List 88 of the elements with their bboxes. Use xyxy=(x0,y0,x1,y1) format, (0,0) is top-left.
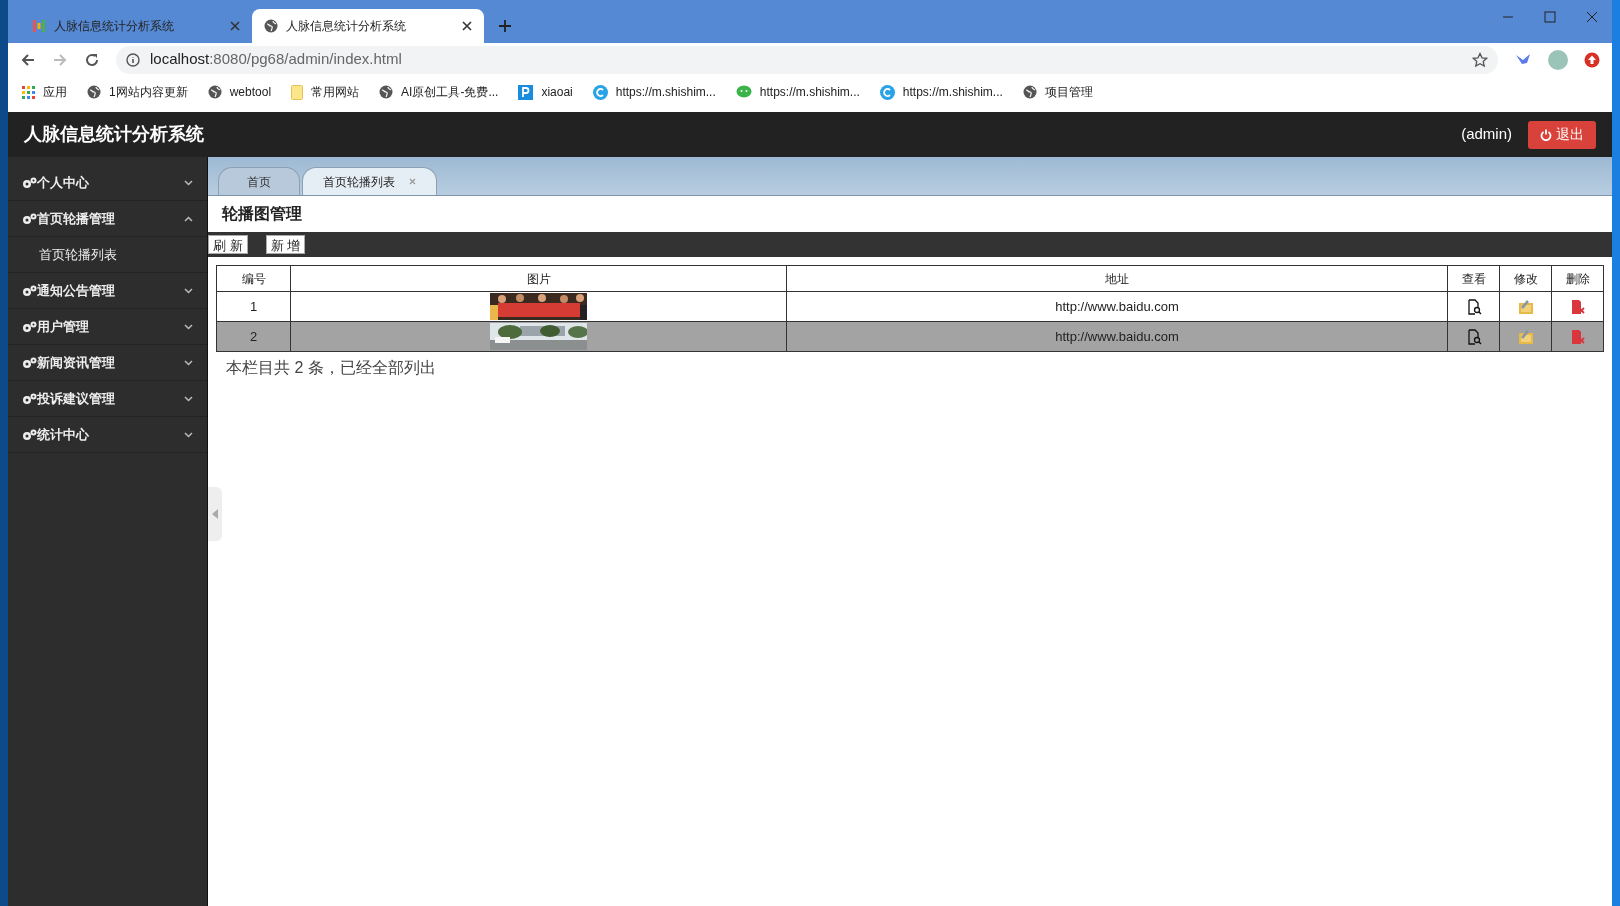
menu-label: 首页轮播管理 xyxy=(37,209,116,228)
bookmark[interactable]: 1网站内容更新 xyxy=(87,83,188,101)
record-count: 本栏目共 2 条，已经全部列出 xyxy=(226,359,436,376)
submenu-item[interactable]: 首页轮播列表 xyxy=(39,244,117,265)
page-tab[interactable]: 首页轮播列表 xyxy=(302,167,437,195)
menu-label: 通知公告管理 xyxy=(37,281,116,300)
close-window-icon[interactable] xyxy=(1586,11,1598,23)
column-header: 删除 xyxy=(1551,265,1604,292)
bookmark[interactable]: 应用 xyxy=(22,83,67,101)
table-row[interactable]: 1 http://www.baidu.com xyxy=(216,291,1604,322)
chevron-down-icon xyxy=(184,359,193,366)
table-cell: http://www.baidu.com xyxy=(786,321,1448,352)
p-square-icon xyxy=(518,84,534,100)
apps-grid-icon xyxy=(22,85,35,99)
column-header: 图片 xyxy=(290,265,787,292)
column-header: 查看 xyxy=(1447,265,1500,292)
bookmark[interactable]: 项目管理 xyxy=(1022,83,1093,101)
info-icon xyxy=(126,52,140,67)
edit-icon[interactable] xyxy=(1517,298,1534,315)
bookmark[interactable]: 常用网站 xyxy=(291,83,360,101)
globe-icon xyxy=(87,85,101,99)
menu-label: 新闻资讯管理 xyxy=(37,353,116,372)
gears-icon xyxy=(22,176,37,189)
gears-icon xyxy=(22,356,37,369)
gears-icon xyxy=(22,428,37,441)
browser-tab[interactable]: 人脉信息统计分析系统 xyxy=(252,9,484,43)
new-tab-icon[interactable] xyxy=(498,19,512,33)
folder-icon xyxy=(291,84,304,100)
power-icon xyxy=(1540,128,1552,141)
chat-bubble-icon xyxy=(735,85,752,99)
c-circle-icon xyxy=(592,84,608,100)
menu-label: 个人中心 xyxy=(37,173,90,192)
caret-icon xyxy=(212,509,218,519)
column-header: 地址 xyxy=(786,265,1448,292)
edit-icon[interactable] xyxy=(1517,328,1534,345)
table-cell: 2 xyxy=(216,321,291,352)
reload-icon[interactable] xyxy=(84,51,100,68)
menu-label: 投诉建议管理 xyxy=(37,389,116,408)
url-text: localhost:8080/pg68/admin/index.html xyxy=(150,49,402,70)
address-bar[interactable]: localhost:8080/pg68/admin/index.html xyxy=(116,45,1498,74)
gears-icon xyxy=(22,284,37,297)
upload-icon[interactable] xyxy=(1584,51,1600,68)
browser-tab[interactable]: 人脉信息统计分析系统 xyxy=(20,9,252,43)
view-document-icon[interactable] xyxy=(1465,298,1482,315)
gears-icon xyxy=(22,320,37,333)
app-title: 人脉信息统计分析系统 xyxy=(24,123,204,146)
toolbar-button[interactable]: 刷 新 xyxy=(208,235,248,254)
globe-icon xyxy=(207,85,222,99)
chevron-down-icon xyxy=(184,431,193,438)
table-row[interactable]: 2 http://www.baidu.com xyxy=(216,321,1604,352)
tab-title: 人脉信息统计分析系统 xyxy=(54,18,175,35)
gears-icon xyxy=(22,212,37,225)
column-header: 编号 xyxy=(216,265,291,292)
globe-icon xyxy=(264,19,278,33)
globe-icon xyxy=(379,85,394,99)
back-icon[interactable] xyxy=(20,51,36,68)
delete-document-icon[interactable] xyxy=(1569,298,1586,315)
chevron-down-icon xyxy=(184,287,193,294)
star-icon[interactable] xyxy=(1472,51,1488,68)
logout-button[interactable]: 退出 xyxy=(1528,120,1596,149)
page-heading: 轮播图管理 xyxy=(222,204,302,224)
chevron-up-icon xyxy=(184,215,193,222)
chevron-down-icon xyxy=(184,323,193,330)
app-logo-icon xyxy=(32,19,46,33)
tab-title: 人脉信息统计分析系统 xyxy=(286,18,407,35)
table-cell: 1 xyxy=(216,291,291,322)
bookmark[interactable]: webtool xyxy=(207,83,272,101)
bookmark[interactable]: https://m.shishim... xyxy=(735,83,860,101)
collapse-handle[interactable] xyxy=(208,487,222,541)
toolbar-button[interactable]: 新 增 xyxy=(265,235,306,254)
gears-icon xyxy=(22,392,37,405)
menu-label: 统计中心 xyxy=(37,425,90,444)
bookmark[interactable]: https://m.shishim... xyxy=(879,83,1003,101)
globe-icon xyxy=(1022,85,1037,99)
maximize-icon[interactable] xyxy=(1544,11,1556,23)
chevron-down-icon xyxy=(184,395,193,402)
bookmark[interactable]: https://m.shishim... xyxy=(592,83,716,101)
column-header: 修改 xyxy=(1499,265,1552,292)
table-cell: http://www.baidu.com xyxy=(786,291,1448,322)
close-icon[interactable] xyxy=(462,21,472,31)
chevron-down-icon xyxy=(184,179,193,186)
view-document-icon[interactable] xyxy=(1465,328,1482,345)
bookmark[interactable]: AI原创工具-免费... xyxy=(379,83,499,101)
bookmark[interactable]: xiaoai xyxy=(518,83,573,101)
menu-label: 用户管理 xyxy=(37,317,90,336)
c-circle-icon xyxy=(879,84,895,100)
user-name: (admin) xyxy=(1461,124,1512,145)
page-tab[interactable]: 首页 xyxy=(218,167,300,195)
